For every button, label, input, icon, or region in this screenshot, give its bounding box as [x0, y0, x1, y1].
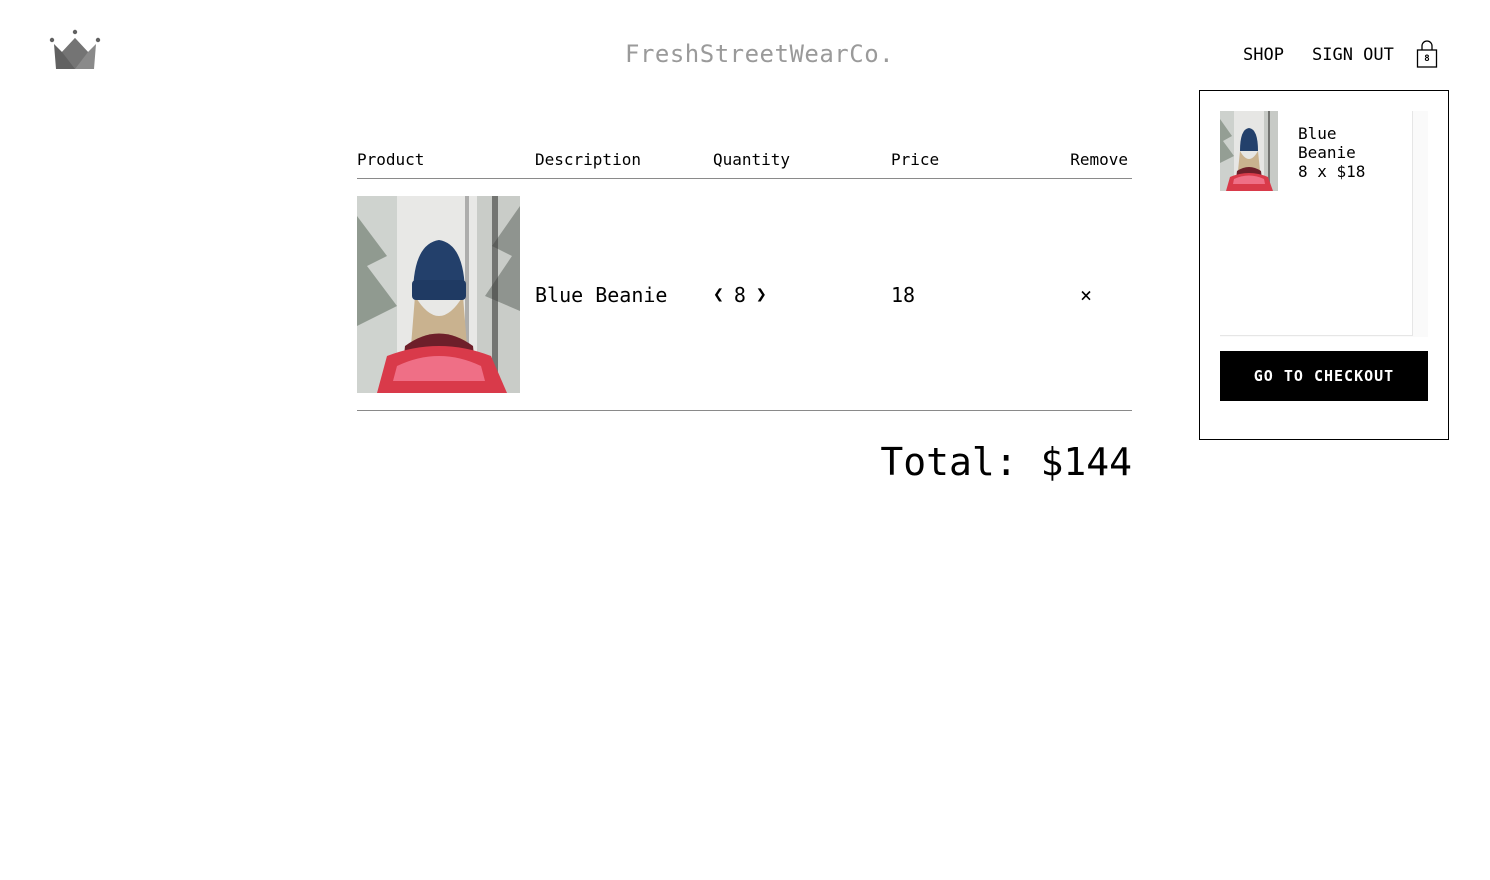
- blue-beanie-thumbnail: [1220, 111, 1278, 191]
- remove-item-button[interactable]: ×: [1080, 283, 1128, 307]
- item-quantity-value: 8: [733, 282, 746, 307]
- checkout-item-row: Blue Beanie ❮ 8 ❯ 18 ×: [357, 179, 1132, 411]
- item-price: 18: [891, 282, 916, 307]
- cart-dropdown-item-name: Blue Beanie: [1298, 124, 1356, 162]
- crown-logo-icon[interactable]: [48, 28, 102, 72]
- cart-dropdown-item-summary: 8 x $18: [1298, 162, 1366, 181]
- column-header-quantity: Quantity: [713, 150, 791, 169]
- cart-dropdown-item: Blue Beanie 8 x $18: [1220, 111, 1398, 191]
- decrease-quantity-button[interactable]: ❮: [713, 284, 724, 305]
- bag-count-badge: 8: [1424, 54, 1430, 64]
- nav-shop-link[interactable]: SHOP: [1243, 45, 1284, 65]
- checkout-table: Product Description Quantity Price Remov…: [357, 150, 1132, 411]
- item-description: Blue Beanie: [535, 282, 668, 307]
- cart-dropdown-items[interactable]: Blue Beanie 8 x $18: [1220, 111, 1428, 337]
- column-header-product: Product: [357, 150, 425, 169]
- increase-quantity-button[interactable]: ❯: [756, 284, 767, 305]
- go-to-checkout-button[interactable]: GO TO CHECKOUT: [1220, 351, 1428, 401]
- checkout-header-row: Product Description Quantity Price Remov…: [357, 150, 1132, 179]
- cart-dropdown: Blue Beanie 8 x $18 GO TO CHECKOUT: [1199, 90, 1449, 440]
- nav-sign-out-link[interactable]: SIGN OUT: [1312, 45, 1394, 65]
- cart-total: Total: $144: [880, 440, 1132, 484]
- column-header-description: Description: [535, 150, 641, 169]
- column-header-price: Price: [891, 150, 940, 169]
- quantity-stepper: ❮ 8 ❯: [713, 283, 891, 307]
- blue-beanie-product-image: [357, 196, 520, 393]
- shopping-bag-icon[interactable]: 8: [1414, 40, 1440, 70]
- brand-title: FreshStreetWearCo.: [625, 40, 895, 68]
- column-header-remove: Remove: [1070, 150, 1128, 169]
